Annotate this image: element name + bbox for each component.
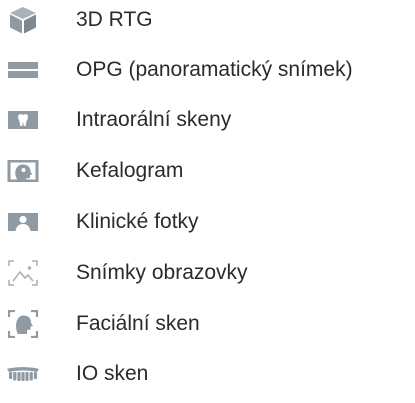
list-item-label: OPG (panoramatický snímek) <box>76 58 353 81</box>
list-item-label: Intraorální skeny <box>76 108 232 131</box>
tooth-icon <box>6 105 40 135</box>
face-scan-icon <box>6 309 40 339</box>
list-item-screenshots[interactable]: Snímky obrazovky <box>0 253 415 293</box>
list-item-3d-rtg[interactable]: 3D RTG <box>0 0 415 40</box>
list-item-label: Kefalogram <box>76 159 184 182</box>
panoramic-icon <box>6 55 40 85</box>
screenshot-icon <box>6 258 40 288</box>
list-item-intraoral-scans[interactable]: Intraorální skeny <box>0 100 415 140</box>
list-item-opg[interactable]: OPG (panoramatický snímek) <box>0 50 415 90</box>
image-type-list: 3D RTG OPG (panoramatický snímek) Intrao… <box>0 0 415 403</box>
list-item-label: Faciální sken <box>76 312 200 335</box>
list-item-facial-scan[interactable]: Faciální sken <box>0 304 415 344</box>
cube-icon <box>6 5 40 35</box>
list-item-label: 3D RTG <box>76 8 153 31</box>
list-item-label: IO sken <box>76 362 149 385</box>
list-item-label: Klinické fotky <box>76 210 199 233</box>
cephalogram-icon <box>6 156 40 186</box>
list-item-cephalogram[interactable]: Kefalogram <box>0 151 415 191</box>
list-item-io-scan[interactable]: IO sken <box>0 354 415 394</box>
list-item-clinical-photos[interactable]: Klinické fotky <box>0 202 415 242</box>
dental-arch-icon <box>6 359 40 389</box>
list-item-label: Snímky obrazovky <box>76 261 248 284</box>
person-photo-icon <box>6 207 40 237</box>
